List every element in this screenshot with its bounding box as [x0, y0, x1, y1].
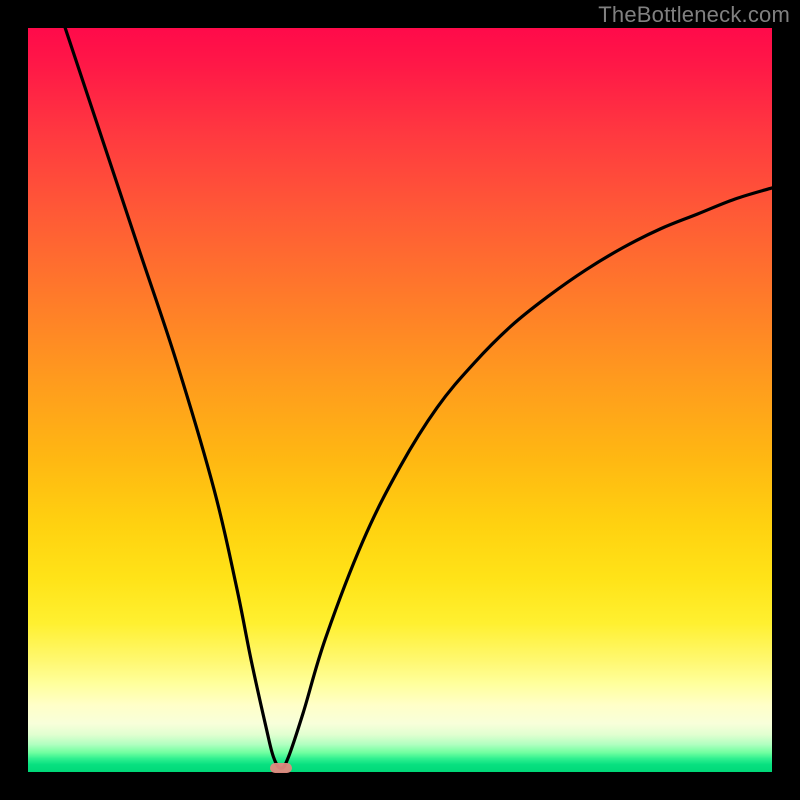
minimum-marker: [270, 763, 292, 773]
bottleneck-curve: [28, 28, 772, 772]
chart-frame: TheBottleneck.com: [0, 0, 800, 800]
plot-area: [28, 28, 772, 772]
watermark-text: TheBottleneck.com: [598, 2, 790, 28]
